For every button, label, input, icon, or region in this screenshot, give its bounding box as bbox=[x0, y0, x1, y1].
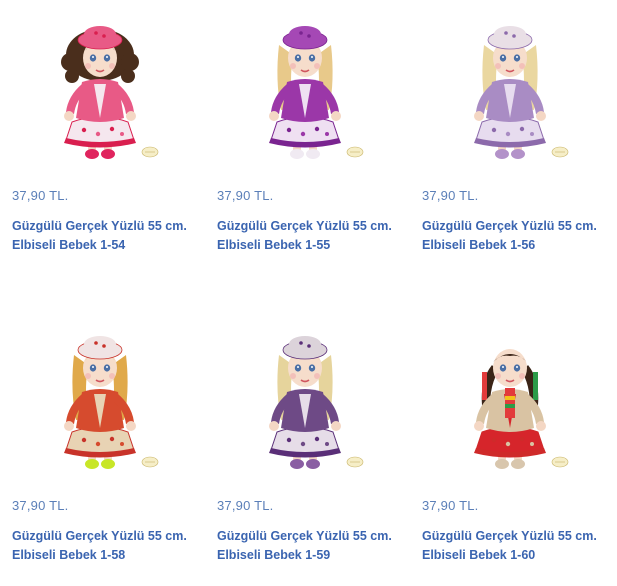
doll-illustration bbox=[474, 349, 569, 469]
product-price: 37,90 TL. bbox=[12, 188, 69, 203]
product-title-line: Güzgülü Gerçek Yüzlü 55 cm. bbox=[217, 219, 392, 233]
product-price: 37,90 TL. bbox=[217, 188, 274, 203]
product-price: 37,90 TL. bbox=[12, 498, 69, 513]
product-title-link[interactable]: Güzgülü Gerçek Yüzlü 55 cm. Elbiseli Beb… bbox=[217, 217, 417, 255]
product-image[interactable] bbox=[205, 310, 405, 480]
product-image[interactable] bbox=[410, 0, 610, 170]
doll-illustration bbox=[61, 26, 159, 159]
product-title-link[interactable]: Güzgülü Gerçek Yüzlü 55 cm. Elbiseli Beb… bbox=[422, 527, 617, 565]
doll-illustration bbox=[474, 26, 569, 159]
doll-illustration bbox=[269, 26, 364, 159]
product-title-line: Elbiseli Bebek 1-58 bbox=[12, 548, 126, 562]
product-grid: 37,90 TL. Güzgülü Gerçek Yüzlü 55 cm. El… bbox=[0, 0, 617, 586]
product-price: 37,90 TL. bbox=[422, 498, 479, 513]
product-title-line: Elbiseli Bebek 1-56 bbox=[422, 238, 536, 252]
product-title-line: Elbiseli Bebek 1-59 bbox=[217, 548, 331, 562]
doll-illustration bbox=[269, 336, 364, 469]
product-image[interactable] bbox=[205, 0, 405, 170]
doll-illustration bbox=[64, 336, 159, 469]
product-image[interactable] bbox=[0, 0, 200, 170]
product-title-line: Elbiseli Bebek 1-55 bbox=[217, 238, 331, 252]
product-title-line: Güzgülü Gerçek Yüzlü 55 cm. bbox=[422, 219, 597, 233]
product-title-line: Elbiseli Bebek 1-60 bbox=[422, 548, 536, 562]
product-title-link[interactable]: Güzgülü Gerçek Yüzlü 55 cm. Elbiseli Beb… bbox=[12, 527, 212, 565]
product-image[interactable] bbox=[0, 310, 200, 480]
product-price: 37,90 TL. bbox=[217, 498, 274, 513]
product-title-line: Güzgülü Gerçek Yüzlü 55 cm. bbox=[217, 529, 392, 543]
product-image[interactable] bbox=[410, 310, 610, 480]
product-title-line: Güzgülü Gerçek Yüzlü 55 cm. bbox=[12, 529, 187, 543]
product-title-line: Güzgülü Gerçek Yüzlü 55 cm. bbox=[422, 529, 597, 543]
product-title-line: Güzgülü Gerçek Yüzlü 55 cm. bbox=[12, 219, 187, 233]
product-title-link[interactable]: Güzgülü Gerçek Yüzlü 55 cm. Elbiseli Beb… bbox=[12, 217, 212, 255]
product-title-line: Elbiseli Bebek 1-54 bbox=[12, 238, 126, 252]
product-title-link[interactable]: Güzgülü Gerçek Yüzlü 55 cm. Elbiseli Beb… bbox=[217, 527, 417, 565]
product-price: 37,90 TL. bbox=[422, 188, 479, 203]
product-title-link[interactable]: Güzgülü Gerçek Yüzlü 55 cm. Elbiseli Beb… bbox=[422, 217, 617, 255]
